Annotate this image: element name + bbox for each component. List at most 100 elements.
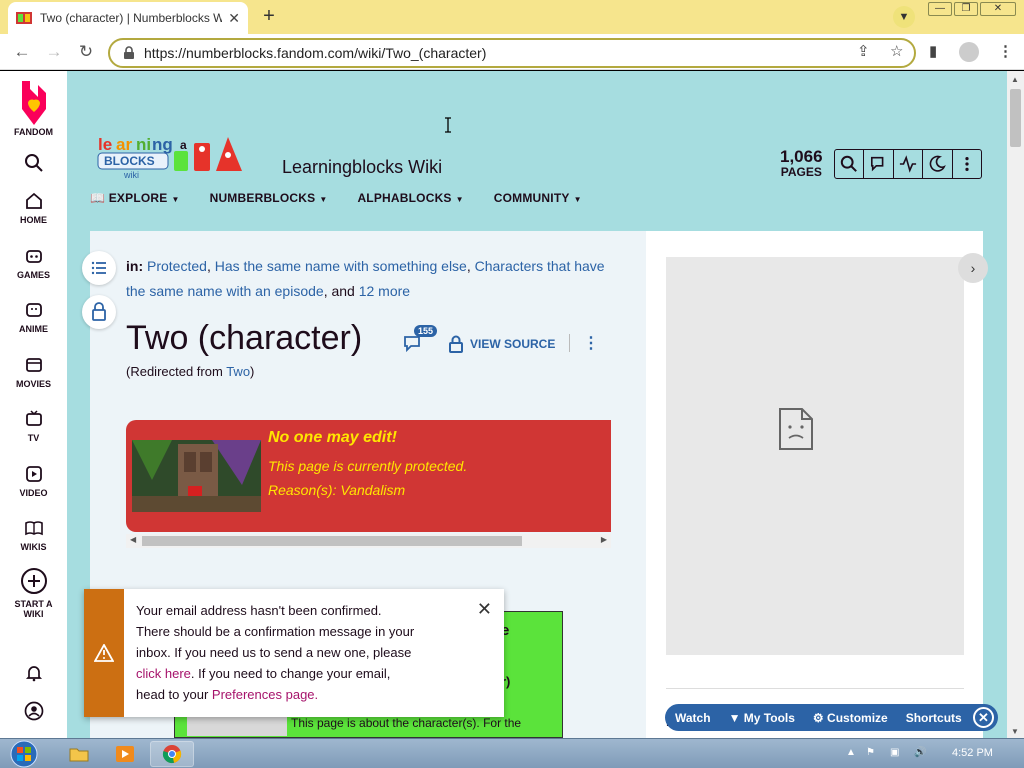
category-link[interactable]: Has the same name with something else <box>215 258 467 274</box>
menu-numberblocks[interactable]: NUMBERBLOCKS ▼ <box>210 191 328 205</box>
browser-tab[interactable]: Two (character) | Numberblocks Wiki ✕ <box>8 2 248 34</box>
restore-button[interactable]: ❐ <box>954 2 978 16</box>
protection-status-button[interactable] <box>82 295 116 329</box>
user-account-button[interactable] <box>0 701 67 725</box>
caret-down-icon: ▼ <box>171 195 180 204</box>
action-center-icon[interactable]: ⚑ <box>866 747 875 758</box>
bookmark-star-icon[interactable]: ☆ <box>890 42 903 60</box>
page-counter: 1,066 PAGES <box>780 148 823 179</box>
kebab-icon <box>965 156 969 172</box>
new-tab-button[interactable]: + <box>258 6 280 28</box>
rail-label: VIDEO <box>19 488 48 498</box>
volume-icon[interactable]: 🔊 <box>914 747 926 758</box>
profile-avatar[interactable] <box>959 42 979 62</box>
horizontal-scrollbar[interactable]: ◀ ▶ <box>126 534 611 548</box>
forward-arrow-icon[interactable]: → <box>44 42 64 62</box>
redirect-link[interactable]: Two <box>226 364 250 379</box>
rail-item-start-wiki[interactable]: START A WIKI <box>0 567 67 619</box>
more-categories-link[interactable]: 12 more <box>359 283 410 299</box>
scroll-down-arrow-icon[interactable]: ▼ <box>1011 727 1019 736</box>
svg-text:ar: ar <box>116 135 132 154</box>
notifications-button[interactable] <box>0 663 67 687</box>
expand-right-rail-chevron-icon[interactable]: › <box>958 253 988 283</box>
wiki-logo[interactable]: le ar ni ng BLOCKS wiki a <box>96 133 264 181</box>
toast-line: There should be a confirmation message i… <box>136 624 415 639</box>
category-link[interactable]: Protected <box>147 258 207 274</box>
protection-reason: Reason(s): Vandalism <box>268 482 406 498</box>
scroll-up-arrow-icon[interactable]: ▲ <box>1011 75 1019 84</box>
url-input[interactable] <box>144 45 914 61</box>
tab-search-chevron-icon[interactable]: ▼ <box>893 6 915 28</box>
os-taskbar: ▲ ⚑ ▣ 🔊 4:52 PM <box>0 738 1024 768</box>
toast-close-icon[interactable]: ✕ <box>477 599 492 620</box>
back-arrow-icon[interactable]: ← <box>12 42 32 62</box>
tab-close-icon[interactable]: ✕ <box>228 10 240 27</box>
rail-item-home[interactable]: HOME <box>0 191 67 225</box>
scrollbar-thumb[interactable] <box>142 536 522 546</box>
scroll-right-arrow-icon[interactable]: ▶ <box>601 535 607 544</box>
network-icon[interactable]: ▣ <box>890 747 899 758</box>
recent-changes-button[interactable] <box>894 150 924 178</box>
start-button[interactable] <box>4 740 44 768</box>
scrollbar-thumb[interactable] <box>1010 89 1021 147</box>
table-of-contents-button[interactable] <box>82 251 116 285</box>
caret-down-icon: ▼ <box>573 195 582 204</box>
global-tools-bar: Watch ▼ My Tools ⚙ Customize Shortcuts ✕ <box>665 704 998 731</box>
rail-item-tv[interactable]: TV <box>0 409 67 443</box>
resend-email-link[interactable]: click here <box>136 666 191 681</box>
browser-menu-icon[interactable]: ⋮ <box>998 42 1013 60</box>
watch-button[interactable]: Watch <box>675 711 711 725</box>
page-actions-kebab-icon[interactable]: ⋮ <box>583 333 599 353</box>
menu-label: ALPHABLOCKS <box>357 191 452 205</box>
scroll-left-arrow-icon[interactable]: ◀ <box>130 535 136 544</box>
menu-explore[interactable]: 📖 EXPLORE ▼ <box>90 191 180 205</box>
protection-text: This page is currently protected. <box>268 458 468 474</box>
page-scrollbar[interactable]: ▲ ▼ <box>1007 71 1024 738</box>
fandom-brand-label: FANDOM <box>14 127 53 137</box>
theme-toggle-button[interactable] <box>923 150 953 178</box>
more-options-button[interactable] <box>953 150 981 178</box>
and-text: , and <box>323 283 355 299</box>
toast-line: inbox. If you need us to send a new one,… <box>136 645 412 660</box>
rail-item-movies[interactable]: MOVIES <box>0 355 67 389</box>
info-box-text: This page is about the character(s). For… <box>291 716 522 730</box>
side-panel-icon[interactable]: ▮ <box>929 42 937 60</box>
file-explorer-taskbar-button[interactable] <box>62 741 96 767</box>
book-icon: 📖 <box>90 191 106 205</box>
preferences-link[interactable]: Preferences page. <box>212 687 318 702</box>
discussions-button[interactable] <box>864 150 894 178</box>
share-icon[interactable]: ⇪ <box>857 42 870 60</box>
rail-item-wikis[interactable]: WIKIS <box>0 518 67 552</box>
rail-item-anime[interactable]: ANIME <box>0 300 67 334</box>
my-tools-button[interactable]: ▼ My Tools <box>729 711 795 725</box>
rail-item-games[interactable]: GAMES <box>0 246 67 280</box>
show-hidden-icons-chevron-icon[interactable]: ▲ <box>846 747 856 758</box>
address-bar[interactable] <box>108 38 916 68</box>
taskbar-clock[interactable]: 4:52 PM <box>952 747 993 759</box>
rail-label: TV <box>27 433 40 443</box>
customize-button[interactable]: ⚙ Customize <box>813 711 888 725</box>
close-window-button[interactable]: ✕ <box>980 2 1016 16</box>
wiki-search-button[interactable] <box>835 150 865 178</box>
media-player-taskbar-button[interactable] <box>108 741 142 767</box>
reload-icon[interactable]: ↻ <box>76 42 96 62</box>
menu-alphablocks[interactable]: ALPHABLOCKS ▼ <box>357 191 463 205</box>
lock-icon[interactable] <box>122 46 136 60</box>
view-source-button[interactable]: VIEW SOURCE <box>448 335 555 353</box>
category-list: in: Protected, Has the same name with so… <box>126 258 605 299</box>
rail-item-video[interactable]: VIDEO <box>0 464 67 498</box>
toast-line: . If you need to change your email, <box>190 666 391 681</box>
web-page: FANDOM HOME GAMES ANIME MOVIES TV VIDEO <box>0 71 1007 738</box>
svg-text:le: le <box>98 135 112 154</box>
chrome-taskbar-button[interactable] <box>150 741 194 767</box>
shortcuts-button[interactable]: Shortcuts <box>906 711 962 725</box>
search-button[interactable] <box>0 153 67 177</box>
wikis-icon <box>24 521 43 536</box>
minimize-button[interactable]: — <box>928 2 952 16</box>
wiki-name[interactable]: Learningblocks Wiki <box>282 157 442 178</box>
comments-button[interactable]: 155 <box>403 325 438 356</box>
fandom-logo[interactable]: FANDOM <box>0 79 67 137</box>
menu-community[interactable]: COMMUNITY ▼ <box>494 191 582 205</box>
tools-bar-close-icon[interactable]: ✕ <box>973 707 994 728</box>
toast-line: head to your <box>136 687 209 702</box>
